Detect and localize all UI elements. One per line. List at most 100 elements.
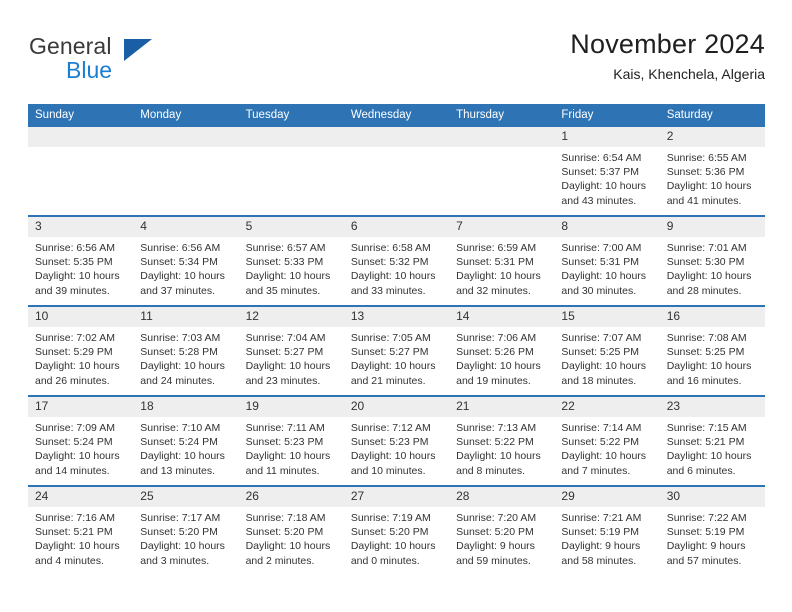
calendar-day-cell[interactable]: 4 Sunrise: 6:56 AM Sunset: 5:34 PM Daylight… bbox=[133, 215, 239, 306]
sunrise-text: Sunrise: 7:10 AM bbox=[140, 422, 221, 434]
calendar-day-cell[interactable]: 28 Sunrise: 7:20 AM Sunset: 5:20 PM Dayligh… bbox=[449, 485, 555, 575]
day-number: 23 bbox=[659, 397, 765, 417]
daylight-text: Daylight: 9 hours and 59 minutes. bbox=[456, 540, 535, 567]
sunset-text: Sunset: 5:37 PM bbox=[561, 166, 640, 179]
daylight-text: Daylight: 10 hours and 2 minutes. bbox=[245, 540, 331, 567]
calendar-week-row: 10 Sunrise: 7:02 AM Sunset: 5:29 PM Dayligh… bbox=[28, 305, 765, 396]
sunset-text: Sunset: 5:33 PM bbox=[245, 256, 324, 269]
day-details: Sunrise: 7:16 AM Sunset: 5:21 PM Daylight:… bbox=[28, 507, 133, 568]
sunrise-text: Sunrise: 7:20 AM bbox=[456, 512, 537, 524]
calendar-day-cell[interactable]: 19 Sunrise: 7:11 AM Sunset: 5:23 PM Dayligh… bbox=[238, 395, 344, 486]
sunrise-text: Sunrise: 7:12 AM bbox=[350, 422, 431, 434]
calendar-day-cell-empty bbox=[238, 127, 344, 216]
sunset-text: Sunset: 5:20 PM bbox=[350, 526, 429, 539]
sunrise-text: Sunrise: 6:59 AM bbox=[456, 242, 537, 254]
sunrise-text: Sunrise: 6:57 AM bbox=[245, 242, 326, 254]
sunrise-text: Sunrise: 7:07 AM bbox=[561, 332, 642, 344]
calendar-day-cell-empty bbox=[28, 127, 134, 216]
day-number: 5 bbox=[238, 217, 344, 237]
sunset-text: Sunset: 5:31 PM bbox=[561, 256, 640, 269]
daylight-text: Daylight: 9 hours and 58 minutes. bbox=[561, 540, 641, 567]
calendar-day-cell[interactable]: 16 Sunrise: 7:08 AM Sunset: 5:25 PM Dayligh… bbox=[659, 305, 765, 396]
daylight-text: Daylight: 10 hours and 26 minutes. bbox=[35, 360, 120, 387]
daylight-text: Daylight: 10 hours and 41 minutes. bbox=[666, 180, 752, 207]
day-details: Sunrise: 7:18 AM Sunset: 5:20 PM Daylight:… bbox=[239, 507, 344, 568]
daylight-text: Daylight: 10 hours and 37 minutes. bbox=[140, 270, 225, 297]
day-details: Sunrise: 7:12 AM Sunset: 5:23 PM Daylight:… bbox=[344, 417, 449, 478]
calendar-day-cell[interactable]: 13 Sunrise: 7:05 AM Sunset: 5:27 PM Dayligh… bbox=[343, 305, 450, 396]
calendar-day-cell[interactable]: 23 Sunrise: 7:15 AM Sunset: 5:21 PM Dayligh… bbox=[659, 395, 765, 486]
daylight-text: Daylight: 10 hours and 4 minutes. bbox=[35, 540, 120, 567]
sunrise-text: Sunrise: 7:09 AM bbox=[35, 422, 115, 434]
daylight-text: Daylight: 10 hours and 39 minutes. bbox=[35, 270, 120, 297]
calendar-day-cell[interactable]: 27 Sunrise: 7:19 AM Sunset: 5:20 PM Dayligh… bbox=[343, 485, 450, 575]
daylight-text: Daylight: 10 hours and 21 minutes. bbox=[350, 360, 436, 387]
day-number: 7 bbox=[449, 217, 555, 237]
sunset-text: Sunset: 5:29 PM bbox=[35, 346, 113, 359]
generalblue-logo[interactable]: General Blue bbox=[28, 32, 278, 88]
day-number: 22 bbox=[554, 397, 660, 417]
calendar-body: 1 Sunrise: 6:54 AM Sunset: 5:37 PM Daylight… bbox=[28, 127, 765, 575]
calendar-day-cell[interactable]: 9 Sunrise: 7:01 AM Sunset: 5:30 PM Daylight… bbox=[659, 215, 765, 306]
day-details: Sunrise: 6:56 AM Sunset: 5:34 PM Daylight:… bbox=[133, 237, 238, 298]
day-details: Sunrise: 6:58 AM Sunset: 5:32 PM Daylight:… bbox=[344, 237, 449, 298]
sunrise-text: Sunrise: 7:14 AM bbox=[561, 422, 642, 434]
calendar-day-cell[interactable]: 30 Sunrise: 7:22 AM Sunset: 5:19 PM Dayligh… bbox=[659, 485, 765, 575]
sunrise-text: Sunrise: 7:13 AM bbox=[456, 422, 537, 434]
daylight-text: Daylight: 10 hours and 23 minutes. bbox=[245, 360, 331, 387]
calendar-day-cell[interactable]: 6 Sunrise: 6:58 AM Sunset: 5:32 PM Daylight… bbox=[343, 215, 450, 306]
sunset-text: Sunset: 5:19 PM bbox=[666, 526, 745, 539]
calendar-day-cell[interactable]: 12 Sunrise: 7:04 AM Sunset: 5:27 PM Dayligh… bbox=[238, 305, 344, 396]
daylight-text: Daylight: 10 hours and 18 minutes. bbox=[561, 360, 647, 387]
sunset-text: Sunset: 5:24 PM bbox=[35, 436, 113, 449]
daylight-text: Daylight: 10 hours and 35 minutes. bbox=[245, 270, 331, 297]
day-number: 12 bbox=[238, 307, 344, 327]
daylight-text: Daylight: 10 hours and 14 minutes. bbox=[35, 450, 120, 477]
calendar-day-cell[interactable]: 8 Sunrise: 7:00 AM Sunset: 5:31 PM Daylight… bbox=[554, 215, 660, 306]
day-details: Sunrise: 7:15 AM Sunset: 5:21 PM Daylight:… bbox=[660, 417, 765, 478]
calendar-day-cell[interactable]: 2 Sunrise: 6:55 AM Sunset: 5:36 PM Daylight… bbox=[659, 127, 765, 216]
sunrise-text: Sunrise: 7:15 AM bbox=[666, 422, 747, 434]
calendar-day-cell[interactable]: 24 Sunrise: 7:16 AM Sunset: 5:21 PM Dayligh… bbox=[28, 485, 134, 575]
calendar-day-cell[interactable]: 29 Sunrise: 7:21 AM Sunset: 5:19 PM Dayligh… bbox=[554, 485, 660, 575]
calendar-header-row: Sunday Monday Tuesday Wednesday Thursday… bbox=[28, 104, 765, 127]
page-header: General Blue November 2024 Kais, Khenche… bbox=[28, 26, 765, 94]
day-number: 3 bbox=[28, 217, 134, 237]
day-number: 19 bbox=[238, 397, 344, 417]
calendar-day-cell[interactable]: 15 Sunrise: 7:07 AM Sunset: 5:25 PM Dayligh… bbox=[554, 305, 660, 396]
sunset-text: Sunset: 5:20 PM bbox=[456, 526, 534, 539]
calendar-day-cell-empty bbox=[449, 127, 555, 216]
calendar-day-cell[interactable]: 26 Sunrise: 7:18 AM Sunset: 5:20 PM Dayligh… bbox=[238, 485, 344, 575]
calendar-day-cell[interactable]: 20 Sunrise: 7:12 AM Sunset: 5:23 PM Dayligh… bbox=[343, 395, 450, 486]
calendar-day-cell[interactable]: 5 Sunrise: 6:57 AM Sunset: 5:33 PM Daylight… bbox=[238, 215, 344, 306]
day-details: Sunrise: 7:09 AM Sunset: 5:24 PM Daylight:… bbox=[28, 417, 133, 478]
calendar-day-cell[interactable]: 11 Sunrise: 7:03 AM Sunset: 5:28 PM Dayligh… bbox=[133, 305, 239, 396]
daylight-text: Daylight: 10 hours and 16 minutes. bbox=[666, 360, 752, 387]
page-subtitle: Kais, Khenchela, Algeria bbox=[613, 66, 765, 82]
day-details: Sunrise: 7:17 AM Sunset: 5:20 PM Daylight:… bbox=[133, 507, 238, 568]
daylight-text: Daylight: 10 hours and 13 minutes. bbox=[140, 450, 225, 477]
sunrise-text: Sunrise: 7:11 AM bbox=[245, 422, 325, 434]
calendar-day-cell[interactable]: 10 Sunrise: 7:02 AM Sunset: 5:29 PM Dayligh… bbox=[28, 305, 134, 396]
weekday-header-tuesday: Tuesday bbox=[238, 104, 344, 127]
calendar-day-cell[interactable]: 3 Sunrise: 6:56 AM Sunset: 5:35 PM Daylight… bbox=[28, 215, 134, 306]
calendar-day-cell[interactable]: 14 Sunrise: 7:06 AM Sunset: 5:26 PM Dayligh… bbox=[449, 305, 555, 396]
day-number: 14 bbox=[449, 307, 555, 327]
day-details: Sunrise: 6:54 AM Sunset: 5:37 PM Daylight:… bbox=[554, 147, 659, 208]
calendar-day-cell[interactable]: 22 Sunrise: 7:14 AM Sunset: 5:22 PM Dayligh… bbox=[554, 395, 660, 486]
calendar-day-cell[interactable]: 1 Sunrise: 6:54 AM Sunset: 5:37 PM Daylight… bbox=[554, 127, 660, 216]
calendar-day-cell[interactable]: 25 Sunrise: 7:17 AM Sunset: 5:20 PM Dayligh… bbox=[133, 485, 239, 575]
sunrise-text: Sunrise: 7:17 AM bbox=[140, 512, 221, 524]
calendar-day-cell[interactable]: 18 Sunrise: 7:10 AM Sunset: 5:24 PM Dayligh… bbox=[133, 395, 239, 486]
day-number: 15 bbox=[554, 307, 660, 327]
calendar-day-cell-empty bbox=[133, 127, 239, 216]
calendar-week-row: 3 Sunrise: 6:56 AM Sunset: 5:35 PM Daylight… bbox=[28, 215, 765, 306]
sunrise-text: Sunrise: 6:56 AM bbox=[140, 242, 221, 254]
calendar-day-cell[interactable]: 17 Sunrise: 7:09 AM Sunset: 5:24 PM Dayligh… bbox=[28, 395, 134, 486]
calendar-day-cell-empty bbox=[343, 127, 450, 216]
day-number: 13 bbox=[343, 307, 450, 327]
sunrise-text: Sunrise: 6:54 AM bbox=[561, 152, 642, 164]
day-number: 25 bbox=[133, 487, 239, 507]
calendar-day-cell[interactable]: 21 Sunrise: 7:13 AM Sunset: 5:22 PM Dayligh… bbox=[449, 395, 555, 486]
calendar-day-cell[interactable]: 7 Sunrise: 6:59 AM Sunset: 5:31 PM Daylight… bbox=[449, 215, 555, 306]
